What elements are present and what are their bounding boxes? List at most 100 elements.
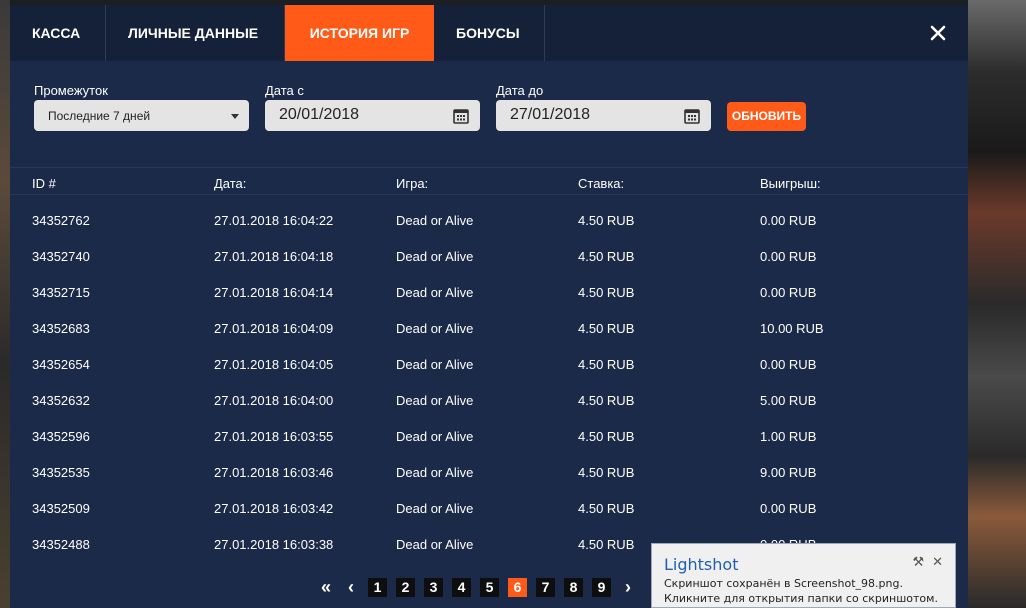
- cell-id: 34352596: [32, 429, 90, 444]
- page-button-1[interactable]: 1: [368, 577, 387, 597]
- toast-message: Скриншот сохранён в Screenshot_98.png. К…: [664, 577, 938, 605]
- header-win: Выигрыш:: [760, 176, 821, 191]
- background-right: [968, 0, 1026, 608]
- header-id: ID #: [32, 176, 56, 191]
- table-row: 34352535 27.01.2018 16:03:46 Dead or Alive…: [10, 453, 968, 489]
- prev-page-icon[interactable]: ‹: [343, 577, 359, 598]
- cell-game: Dead or Alive: [396, 357, 474, 372]
- cell-date: 27.01.2018 16:04:00: [214, 393, 334, 408]
- table-row: 34352654 27.01.2018 16:04:05 Dead or Alive…: [10, 345, 968, 381]
- page-button-7[interactable]: 7: [536, 577, 555, 597]
- cell-win: 9.00 RUB: [760, 465, 817, 480]
- table-header: ID # Дата: Игра: Ставка: Выигрыш:: [10, 167, 968, 195]
- cell-date: 27.01.2018 16:03:46: [214, 465, 334, 480]
- tab-game-history[interactable]: ИСТОРИЯ ИГР: [285, 5, 434, 61]
- cell-bet: 4.50 RUB: [578, 465, 635, 480]
- cell-bet: 4.50 RUB: [578, 285, 635, 300]
- cell-id: 34352535: [32, 465, 90, 480]
- table-row: 34352596 27.01.2018 16:03:55 Dead or Alive…: [10, 417, 968, 453]
- cell-win: 0.00 RUB: [760, 213, 817, 228]
- date-to-value: 27/01/2018: [510, 106, 591, 123]
- toast-title: Lightshot: [664, 555, 739, 574]
- cell-game: Dead or Alive: [396, 393, 474, 408]
- toast-controls: ⚒ ✕: [912, 554, 943, 570]
- cell-id: 34352740: [32, 249, 90, 264]
- cell-win: 0.00 RUB: [760, 357, 817, 372]
- cell-bet: 4.50 RUB: [578, 357, 635, 372]
- page-button-2[interactable]: 2: [396, 577, 415, 597]
- date-from-value: 20/01/2018: [279, 106, 360, 123]
- table-row: 34352740 27.01.2018 16:04:18 Dead or Alive…: [10, 237, 968, 273]
- header-date: Дата:: [214, 176, 247, 191]
- period-select[interactable]: Последние 7 дней: [34, 100, 249, 131]
- cell-date: 27.01.2018 16:03:38: [214, 537, 334, 552]
- table-row: 34352683 27.01.2018 16:04:09 Dead or Alive…: [10, 309, 968, 345]
- filter-bar: Промежуток Последние 7 дней Дата с 20/01…: [10, 61, 968, 167]
- tab-cashier[interactable]: КАССА: [10, 5, 106, 61]
- cell-bet: 4.50 RUB: [578, 249, 635, 264]
- cell-bet: 4.50 RUB: [578, 213, 635, 228]
- page-button-8[interactable]: 8: [564, 577, 583, 597]
- tab-bar: КАССА ЛИЧНЫЕ ДАННЫЕ ИСТОРИЯ ИГР БОНУСЫ: [10, 5, 968, 61]
- page-button-6[interactable]: 6: [508, 577, 527, 597]
- cell-game: Dead or Alive: [396, 465, 474, 480]
- next-page-icon[interactable]: ›: [620, 577, 636, 598]
- table-row: 34352715 27.01.2018 16:04:14 Dead or Alive…: [10, 273, 968, 309]
- history-table-body: 34352762 27.01.2018 16:04:22 Dead or Alive…: [10, 195, 968, 565]
- cell-id: 34352715: [32, 285, 90, 300]
- chevron-down-icon: [231, 114, 239, 119]
- table-row: 34352632 27.01.2018 16:04:00 Dead or Alive…: [10, 381, 968, 417]
- calendar-icon[interactable]: [453, 108, 469, 124]
- cell-bet: 4.50 RUB: [578, 393, 635, 408]
- calendar-icon[interactable]: [684, 108, 700, 124]
- pagination: « ‹ 123456789 ›: [318, 577, 645, 597]
- cell-date: 27.01.2018 16:04:09: [214, 321, 334, 336]
- cell-bet: 4.50 RUB: [578, 429, 635, 444]
- cell-game: Dead or Alive: [396, 249, 474, 264]
- cell-game: Dead or Alive: [396, 537, 474, 552]
- date-from-label: Дата с: [265, 83, 304, 98]
- wrench-icon[interactable]: ⚒: [912, 554, 924, 570]
- page-button-9[interactable]: 9: [592, 577, 611, 597]
- cell-bet: 4.50 RUB: [578, 501, 635, 516]
- cell-win: 10.00 RUB: [760, 321, 824, 336]
- cell-id: 34352488: [32, 537, 90, 552]
- close-icon[interactable]: [930, 25, 946, 41]
- account-modal: КАССА ЛИЧНЫЕ ДАННЫЕ ИСТОРИЯ ИГР БОНУСЫ П…: [10, 5, 968, 608]
- cell-game: Dead or Alive: [396, 429, 474, 444]
- cell-bet: 4.50 RUB: [578, 321, 635, 336]
- date-from-field[interactable]: 20/01/2018: [265, 100, 480, 131]
- cell-win: 0.00 RUB: [760, 285, 817, 300]
- period-label: Промежуток: [34, 83, 108, 98]
- background-left: [0, 0, 10, 608]
- cell-id: 34352632: [32, 393, 90, 408]
- page-button-4[interactable]: 4: [452, 577, 471, 597]
- cell-game: Dead or Alive: [396, 285, 474, 300]
- cell-date: 27.01.2018 16:04:14: [214, 285, 334, 300]
- cell-date: 27.01.2018 16:04:18: [214, 249, 334, 264]
- cell-win: 1.00 RUB: [760, 429, 817, 444]
- header-game: Игра:: [396, 176, 429, 191]
- page-button-3[interactable]: 3: [424, 577, 443, 597]
- tab-personal-data[interactable]: ЛИЧНЫЕ ДАННЫЕ: [106, 5, 285, 61]
- cell-date: 27.01.2018 16:04:22: [214, 213, 334, 228]
- date-to-field[interactable]: 27/01/2018: [496, 100, 711, 131]
- refresh-button[interactable]: ОБНОВИТЬ: [727, 102, 806, 131]
- period-value: Последние 7 дней: [48, 109, 151, 123]
- cell-game: Dead or Alive: [396, 501, 474, 516]
- cell-id: 34352762: [32, 213, 90, 228]
- table-row: 34352762 27.01.2018 16:04:22 Dead or Alive…: [10, 201, 968, 237]
- cell-id: 34352654: [32, 357, 90, 372]
- tab-bonuses[interactable]: БОНУСЫ: [434, 5, 545, 61]
- cell-id: 34352683: [32, 321, 90, 336]
- cell-game: Dead or Alive: [396, 213, 474, 228]
- lightshot-notification[interactable]: Lightshot ⚒ ✕ Скриншот сохранён в Screen…: [651, 543, 956, 608]
- first-page-icon[interactable]: «: [318, 577, 334, 598]
- cell-win: 5.00 RUB: [760, 393, 817, 408]
- cell-win: 0.00 RUB: [760, 501, 817, 516]
- table-row: 34352509 27.01.2018 16:03:42 Dead or Alive…: [10, 489, 968, 525]
- cell-date: 27.01.2018 16:03:42: [214, 501, 334, 516]
- cell-id: 34352509: [32, 501, 90, 516]
- close-icon[interactable]: ✕: [932, 554, 943, 570]
- page-button-5[interactable]: 5: [480, 577, 499, 597]
